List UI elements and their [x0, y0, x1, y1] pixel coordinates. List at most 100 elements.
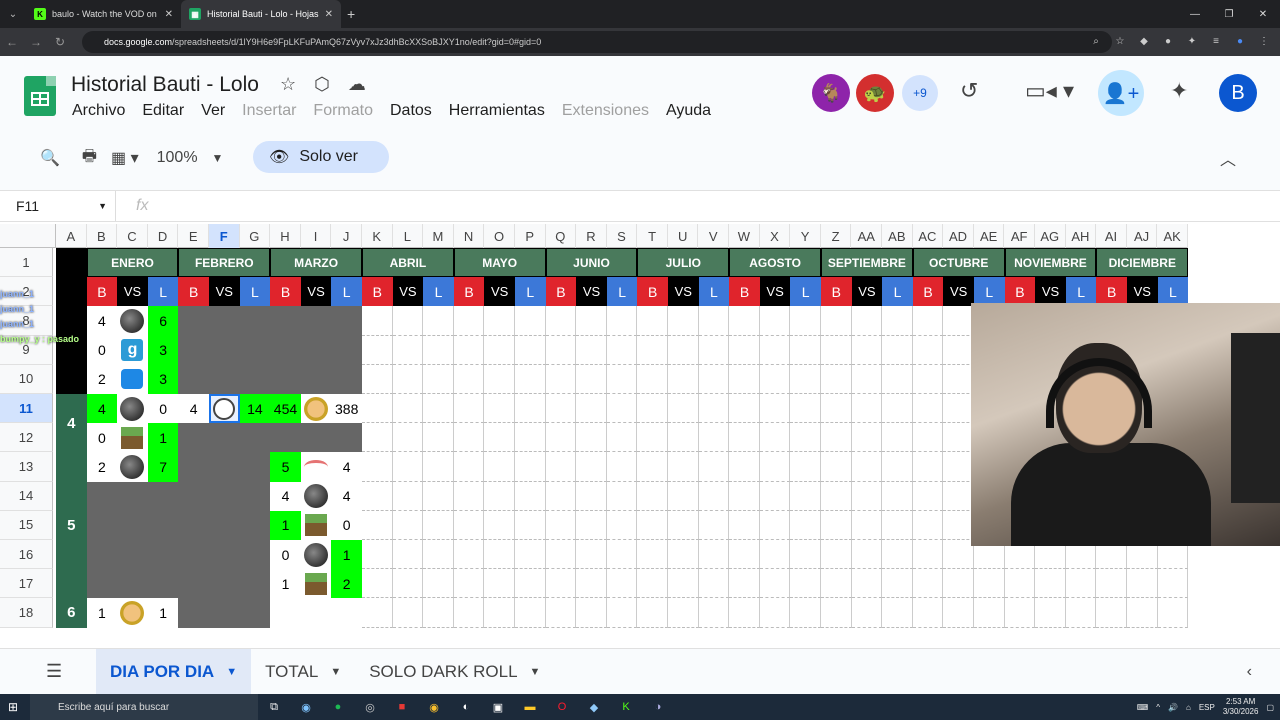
empty-cell[interactable] — [759, 394, 791, 424]
empty-cell[interactable] — [178, 510, 209, 540]
empty-cell[interactable] — [117, 481, 148, 511]
empty-cell[interactable] — [209, 452, 240, 482]
windows-start-icon[interactable]: ⊞ — [8, 700, 18, 714]
month-header-agosto[interactable]: AGOSTO — [729, 248, 821, 278]
empty-cell[interactable] — [943, 423, 974, 453]
empty-cell[interactable] — [576, 335, 607, 365]
empty-cell[interactable] — [545, 306, 577, 336]
menu-ayuda[interactable]: Ayuda — [666, 102, 711, 120]
empty-cell[interactable] — [821, 364, 852, 394]
empty-cell[interactable] — [453, 394, 485, 424]
empty-cell[interactable] — [484, 394, 515, 424]
vs-header[interactable]: VS — [392, 277, 424, 307]
empty-cell[interactable] — [576, 569, 607, 599]
chevron-down-icon[interactable]: ▼ — [212, 151, 224, 165]
b-header[interactable]: B — [362, 277, 393, 307]
empty-cell[interactable] — [606, 598, 638, 628]
empty-cell[interactable] — [392, 364, 424, 394]
empty-cell[interactable] — [729, 598, 760, 628]
b-header[interactable]: B — [453, 277, 485, 307]
all-sheets-icon[interactable]: ☰ — [46, 661, 96, 682]
collapse-tabs-icon[interactable]: ‹ — [1247, 663, 1252, 681]
empty-cell[interactable] — [851, 569, 883, 599]
empty-cell[interactable] — [882, 598, 913, 628]
empty-cell[interactable] — [606, 481, 638, 511]
empty-cell[interactable] — [331, 306, 362, 336]
cell[interactable]: 1 — [87, 598, 118, 627]
month-header-julio[interactable]: JULIO — [637, 248, 730, 278]
empty-cell[interactable] — [912, 452, 944, 482]
empty-cell[interactable] — [178, 335, 209, 365]
cell[interactable]: 1 — [147, 423, 179, 453]
column-header[interactable]: M — [423, 224, 454, 248]
column-header[interactable]: AH — [1066, 224, 1097, 248]
folder-icon[interactable]: ▬ — [514, 694, 546, 720]
empty-cell[interactable] — [821, 306, 852, 336]
empty-cell[interactable] — [912, 394, 944, 424]
empty-cell[interactable] — [545, 540, 577, 570]
column-header[interactable]: AE — [974, 224, 1005, 248]
row-header[interactable]: 12 — [0, 423, 53, 453]
app-icon[interactable]: ■ — [386, 694, 418, 720]
empty-cell[interactable] — [912, 540, 944, 570]
cell[interactable]: 3 — [147, 364, 179, 394]
empty-cell[interactable] — [1127, 598, 1158, 628]
column-header[interactable]: A — [56, 224, 87, 248]
empty-cell[interactable] — [484, 569, 515, 599]
empty-cell[interactable] — [851, 598, 883, 628]
column-header[interactable]: AG — [1035, 224, 1066, 248]
menu-archivo[interactable]: Archivo — [72, 102, 125, 120]
empty-cell[interactable] — [974, 569, 1005, 599]
empty-cell[interactable] — [423, 306, 454, 336]
empty-cell[interactable] — [239, 452, 271, 482]
empty-cell[interactable] — [576, 510, 607, 540]
empty-cell[interactable] — [362, 598, 393, 628]
close-window-icon[interactable]: ✕ — [1246, 0, 1280, 28]
clock[interactable]: 2:53 AM 3/30/2026 — [1223, 697, 1259, 717]
sheet-tab-solo-dark-roll[interactable]: SOLO DARK ROLL ▼ — [355, 649, 554, 695]
column-header[interactable]: V — [698, 224, 730, 248]
empty-cell[interactable] — [759, 598, 791, 628]
empty-cell[interactable] — [606, 452, 638, 482]
vs-header[interactable]: VS — [576, 277, 607, 307]
b-header[interactable]: B — [729, 277, 760, 307]
empty-cell[interactable] — [790, 540, 821, 570]
empty-cell[interactable] — [668, 510, 699, 540]
empty-cell[interactable] — [637, 423, 668, 453]
vs-header[interactable]: VS — [209, 277, 240, 307]
empty-cell[interactable] — [912, 335, 944, 365]
empty-cell[interactable] — [606, 306, 638, 336]
bookmark-icon[interactable]: ☆ — [1112, 32, 1128, 52]
column-header[interactable]: L — [393, 224, 424, 248]
empty-cell[interactable] — [392, 481, 424, 511]
cell[interactable]: 5 — [270, 452, 301, 482]
empty-cell[interactable] — [882, 540, 913, 570]
empty-cell[interactable] — [270, 335, 301, 365]
browser-tab-sheets[interactable]: ▦ Historial Bauti - Lolo - Hojas de cálc… — [181, 0, 341, 28]
icon-cell[interactable] — [117, 598, 148, 627]
empty-cell[interactable] — [576, 598, 607, 628]
empty-cell[interactable] — [698, 306, 730, 336]
l-header[interactable]: L — [882, 277, 913, 307]
l-header[interactable]: L — [1157, 277, 1189, 307]
b-header[interactable]: B — [270, 277, 301, 307]
empty-cell[interactable] — [1157, 569, 1189, 599]
empty-cell[interactable] — [698, 598, 730, 628]
empty-cell[interactable] — [331, 423, 362, 453]
empty-cell[interactable] — [423, 394, 454, 424]
empty-cell[interactable] — [576, 394, 607, 424]
empty-cell[interactable] — [821, 452, 852, 482]
empty-cell[interactable] — [453, 335, 485, 365]
vs-header[interactable]: VS — [759, 277, 791, 307]
media-icon[interactable]: ≡ — [1208, 32, 1224, 52]
empty-cell[interactable] — [729, 569, 760, 599]
empty-cell[interactable] — [668, 394, 699, 424]
print-icon[interactable]: 🖶 — [82, 145, 97, 172]
empty-cell[interactable] — [882, 306, 913, 336]
chrome-icon[interactable]: ◉ — [418, 694, 450, 720]
b-header[interactable]: B — [545, 277, 577, 307]
move-icon[interactable]: ⬡ — [314, 74, 330, 95]
empty-cell[interactable] — [943, 598, 974, 628]
column-header[interactable]: P — [515, 224, 546, 248]
empty-cell[interactable] — [362, 364, 393, 394]
